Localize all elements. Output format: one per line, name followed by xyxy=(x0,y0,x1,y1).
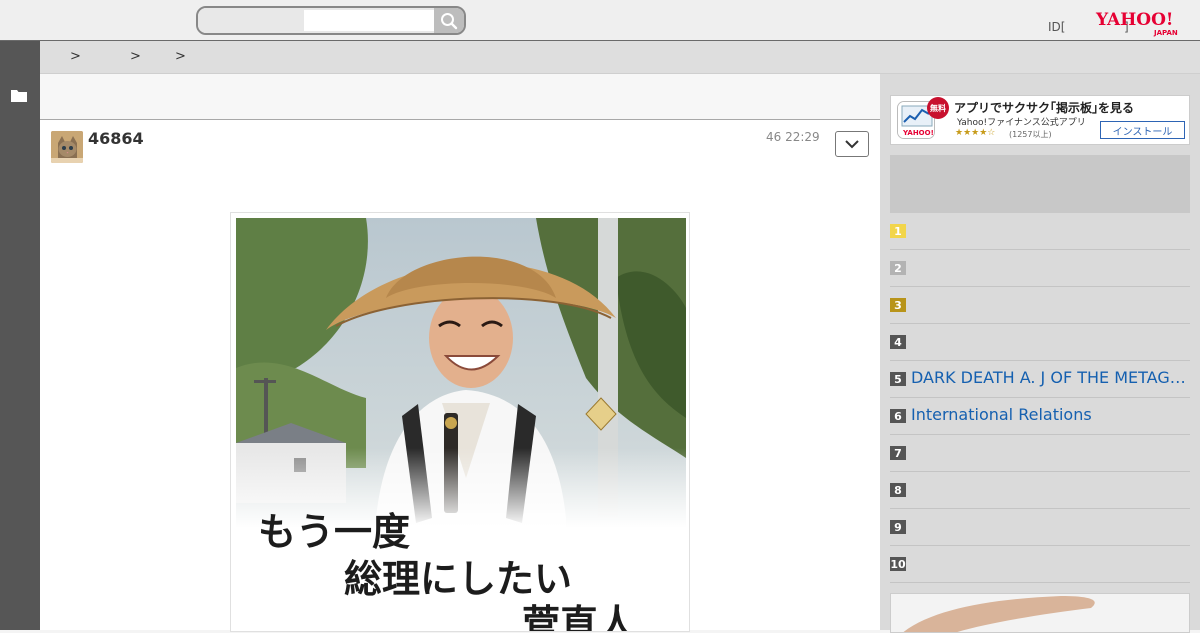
logo-sub: JAPAN xyxy=(1153,29,1178,37)
folder-icon[interactable] xyxy=(11,89,27,102)
search-box xyxy=(196,6,466,35)
ranking-item[interactable]: 3 xyxy=(890,287,1190,324)
ranking-item[interactable]: 9 xyxy=(890,509,1190,546)
rank-number: 3 xyxy=(890,298,906,312)
chevron-down-icon xyxy=(845,140,859,149)
search-input[interactable] xyxy=(304,10,434,31)
app-banner-subtitle: Yahoo!ファイナンス公式アプリ xyxy=(957,118,1086,128)
post-image-content: もう一度 総理にしたい 菅直人 xyxy=(236,218,686,632)
rank-number: 7 xyxy=(890,446,906,460)
sidebar-heading-box xyxy=(890,155,1190,213)
ranking-list: 1 2 3 4 5 DARK DEATH A. J OF THE METAGALA… xyxy=(890,213,1190,583)
rank-title[interactable]: DARK DEATH A. J OF THE METAGALAXY xyxy=(911,368,1187,387)
ranking-item[interactable]: 6 International Relations xyxy=(890,398,1190,435)
image-caption-line-3: 菅直人 xyxy=(522,601,637,632)
main-content: 46864 46 22:29 もう一度 総理にしたい 菅直人 xyxy=(40,74,880,632)
ranking-item[interactable]: 10 xyxy=(890,546,1190,583)
sidebar: YAHOO! 無料 アプリでサクサク｢掲示板｣を見る Yahoo!ファイナンス公… xyxy=(880,74,1200,633)
free-badge: 無料 xyxy=(927,97,949,119)
rank-number: 9 xyxy=(890,520,906,534)
left-rail xyxy=(0,41,40,630)
rating-stars: ★★★★☆ xyxy=(955,128,996,138)
rank-title[interactable]: International Relations xyxy=(911,405,1187,424)
rank-number: 5 xyxy=(890,372,906,386)
review-count: (1257以上) xyxy=(1009,130,1052,139)
rank-number: 10 xyxy=(890,557,906,571)
rank-number: 6 xyxy=(890,409,906,423)
sidebar-thumbnail[interactable] xyxy=(890,593,1190,633)
breadcrumb-separator: > xyxy=(175,49,186,64)
post-number[interactable]: 46864 xyxy=(88,129,144,148)
search-icon xyxy=(441,12,458,29)
rank-number: 1 xyxy=(890,224,906,238)
cat-avatar-image xyxy=(51,131,83,163)
app-banner-title: アプリでサクサク｢掲示板｣を見る xyxy=(954,101,1135,115)
app-promo-banner[interactable]: YAHOO! 無料 アプリでサクサク｢掲示板｣を見る Yahoo!ファイナンス公… xyxy=(890,95,1190,145)
site-header: ID[ ] YAHOO! JAPAN xyxy=(0,0,1200,41)
search-button[interactable] xyxy=(434,8,464,33)
svg-text:YAHOO!: YAHOO! xyxy=(902,129,934,137)
ranking-item[interactable]: 5 DARK DEATH A. J OF THE METAGALAXY xyxy=(890,361,1190,398)
breadcrumb: > > > xyxy=(40,41,1200,74)
yahoo-japan-logo[interactable]: YAHOO! JAPAN xyxy=(1094,9,1190,37)
ranking-item[interactable]: 8 xyxy=(890,472,1190,509)
ranking-item[interactable]: 1 xyxy=(890,213,1190,250)
post-image[interactable]: もう一度 総理にしたい 菅直人 xyxy=(230,212,690,632)
rank-number: 2 xyxy=(890,261,906,275)
search-scope[interactable] xyxy=(198,8,304,33)
ranking-item[interactable]: 7 xyxy=(890,435,1190,472)
login-id-label[interactable]: ID[ xyxy=(1048,20,1065,34)
thumbnail-image xyxy=(891,594,1189,632)
post-menu-button[interactable] xyxy=(835,131,869,157)
post-timestamp: 46 22:29 xyxy=(766,130,820,144)
install-button[interactable]: インストール xyxy=(1100,121,1185,139)
board-header xyxy=(40,74,880,120)
ranking-item[interactable]: 4 xyxy=(890,324,1190,361)
avatar[interactable] xyxy=(51,131,83,163)
breadcrumb-separator: > xyxy=(130,49,141,64)
rank-number: 4 xyxy=(890,335,906,349)
breadcrumb-separator: > xyxy=(70,49,81,64)
ranking-item[interactable]: 2 xyxy=(890,250,1190,287)
logo-text: YAHOO! xyxy=(1095,10,1173,30)
rank-number: 8 xyxy=(890,483,906,497)
